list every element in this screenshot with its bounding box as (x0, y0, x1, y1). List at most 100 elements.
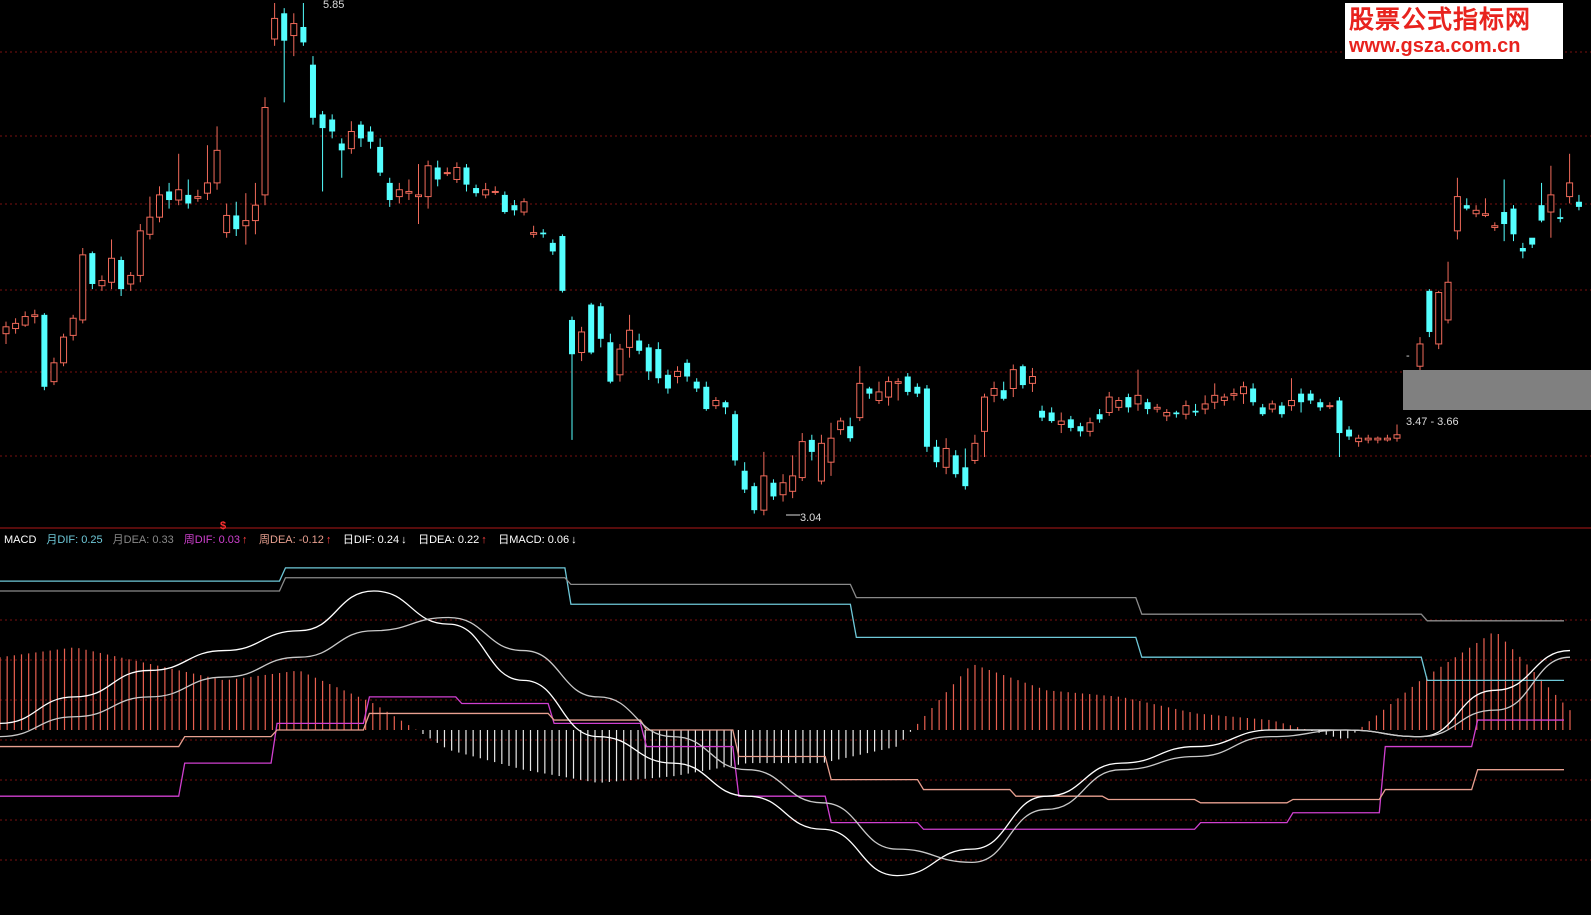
candle[interactable] (1481, 198, 1489, 218)
candle[interactable] (511, 200, 518, 216)
candle[interactable] (1364, 434, 1372, 444)
candle[interactable] (415, 164, 423, 225)
candle[interactable] (1566, 153, 1574, 204)
candle[interactable] (741, 462, 748, 494)
candle[interactable] (559, 234, 566, 293)
candle[interactable] (530, 225, 538, 238)
candle[interactable] (1393, 424, 1401, 442)
candle[interactable] (443, 167, 451, 177)
candle[interactable] (789, 455, 797, 499)
candle[interactable] (146, 196, 154, 240)
candle[interactable] (69, 314, 77, 341)
candle[interactable] (261, 97, 269, 206)
candle[interactable] (155, 186, 163, 223)
candle[interactable] (798, 433, 806, 482)
candle[interactable] (1501, 179, 1508, 242)
candle[interactable] (1019, 364, 1026, 389)
candle[interactable] (885, 376, 893, 406)
candle[interactable] (309, 56, 316, 125)
candle[interactable] (405, 179, 413, 201)
candle[interactable] (1453, 177, 1461, 240)
candle[interactable] (1287, 378, 1295, 411)
candle[interactable] (568, 316, 575, 440)
candle[interactable] (1268, 400, 1276, 413)
candle[interactable] (1426, 289, 1433, 338)
candle[interactable] (1557, 208, 1564, 223)
candle[interactable] (453, 162, 461, 183)
candle[interactable] (971, 434, 979, 464)
candle[interactable] (1163, 409, 1171, 422)
candle[interactable] (1336, 397, 1343, 458)
candle[interactable] (712, 397, 720, 410)
candle[interactable] (300, 3, 307, 46)
candle[interactable] (520, 198, 528, 216)
candle[interactable] (1201, 395, 1209, 415)
candle[interactable] (1259, 403, 1266, 416)
candle[interactable] (540, 229, 547, 238)
candle[interactable] (1472, 205, 1480, 218)
candle[interactable] (79, 248, 87, 324)
candle[interactable] (491, 186, 499, 195)
candle[interactable] (347, 121, 355, 154)
candle[interactable] (588, 302, 595, 355)
candle[interactable] (473, 184, 480, 197)
candle[interactable] (1144, 398, 1151, 415)
candle[interactable] (808, 434, 815, 461)
candle[interactable] (597, 302, 604, 348)
macd-panel[interactable] (0, 567, 1571, 877)
candle[interactable] (760, 451, 768, 516)
candle[interactable] (1491, 222, 1499, 231)
candle[interactable] (1346, 426, 1353, 440)
candle[interactable] (817, 434, 825, 485)
candle[interactable] (837, 417, 845, 435)
candle[interactable] (1250, 383, 1257, 406)
candle[interactable] (2, 321, 10, 344)
candle[interactable] (1547, 165, 1555, 238)
candle[interactable] (1463, 198, 1470, 211)
candle[interactable] (990, 381, 998, 403)
candle[interactable] (1298, 388, 1305, 413)
candle[interactable] (923, 385, 930, 452)
candle[interactable] (962, 448, 969, 490)
candle[interactable] (655, 342, 662, 384)
candle[interactable] (118, 256, 125, 296)
candle[interactable] (933, 439, 940, 468)
candle[interactable] (41, 313, 48, 391)
candle[interactable] (1326, 402, 1334, 410)
candle[interactable] (21, 311, 29, 327)
candle[interactable] (722, 400, 729, 415)
candle[interactable] (1182, 400, 1190, 420)
candle[interactable] (732, 410, 739, 466)
candle[interactable] (251, 182, 259, 235)
candle[interactable] (1435, 290, 1443, 350)
candle[interactable] (242, 193, 250, 245)
candle[interactable] (1444, 261, 1452, 324)
candle[interactable] (847, 417, 854, 442)
candle[interactable] (578, 326, 586, 362)
candle[interactable] (1307, 390, 1314, 404)
candle[interactable] (1374, 436, 1382, 444)
candle[interactable] (194, 189, 202, 202)
candle[interactable] (875, 381, 883, 404)
candle[interactable] (866, 386, 873, 399)
candle[interactable] (233, 201, 240, 237)
candle[interactable] (751, 482, 758, 514)
candle[interactable] (1575, 194, 1582, 211)
candle[interactable] (281, 8, 288, 103)
stock-chart[interactable]: 5.85 3.04 3.47 - 3.66 - $ MACD 月DIF: 0.25… (0, 0, 1591, 915)
candle[interactable] (626, 314, 634, 358)
candle[interactable] (203, 145, 211, 201)
candle[interactable] (12, 318, 20, 334)
candlestick-series[interactable] (2, 3, 1582, 516)
candle[interactable] (166, 182, 173, 209)
candle[interactable] (60, 333, 68, 367)
candle[interactable] (290, 13, 298, 57)
candle[interactable] (1510, 205, 1517, 242)
candle[interactable] (98, 275, 106, 291)
candle[interactable] (1240, 381, 1248, 404)
candle[interactable] (549, 239, 556, 255)
candle[interactable] (1529, 237, 1536, 249)
candle[interactable] (703, 381, 710, 411)
candle[interactable] (645, 343, 652, 380)
candle[interactable] (942, 438, 950, 475)
